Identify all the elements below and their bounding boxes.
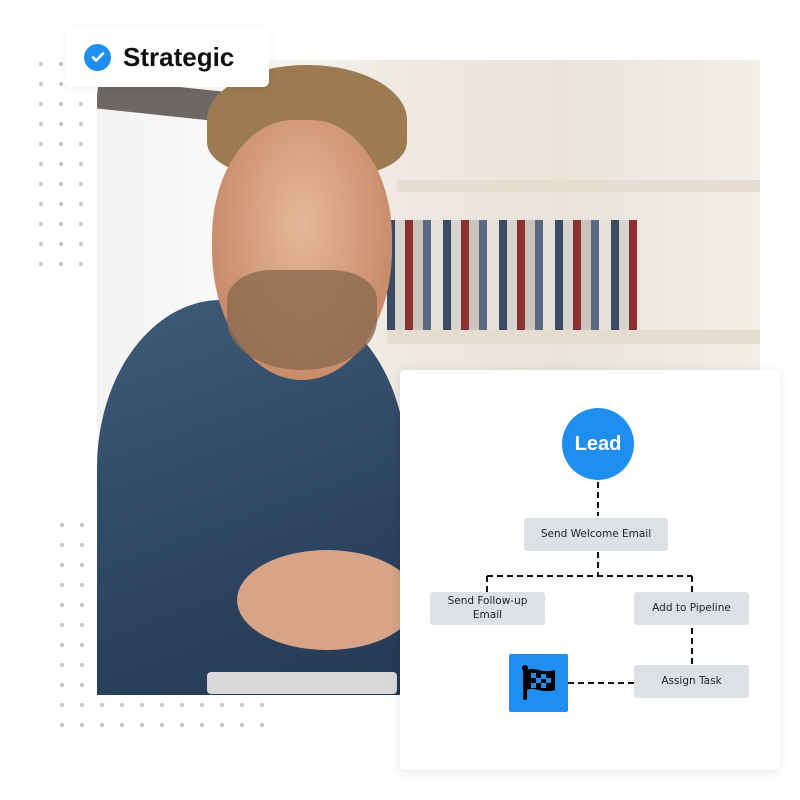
- workflow-card: Lead Send Welcome Email Send Follow-up E…: [400, 370, 780, 770]
- dot: [72, 655, 92, 675]
- dot: [31, 74, 51, 94]
- dot: [192, 715, 212, 735]
- dot: [92, 715, 112, 735]
- dot: [52, 675, 72, 695]
- dot: [71, 214, 91, 234]
- dot: [72, 715, 92, 735]
- dot: [92, 695, 112, 715]
- dot: [252, 695, 272, 715]
- finish-node[interactable]: [509, 654, 568, 712]
- dot: [71, 114, 91, 134]
- dot: [72, 635, 92, 655]
- badge-label: Strategic: [123, 41, 235, 72]
- dot: [72, 535, 92, 555]
- dot: [72, 595, 92, 615]
- dot: [31, 134, 51, 154]
- dot: [52, 635, 72, 655]
- dot-pattern-top: [31, 54, 91, 274]
- dot: [132, 715, 152, 735]
- dot: [71, 234, 91, 254]
- dot: [72, 515, 92, 535]
- dot: [252, 715, 272, 735]
- dot: [52, 535, 72, 555]
- dot: [132, 695, 152, 715]
- dot: [71, 134, 91, 154]
- dot: [51, 154, 71, 174]
- strategic-badge: Strategic: [66, 27, 269, 87]
- dot: [51, 174, 71, 194]
- dot: [31, 194, 51, 214]
- dot: [71, 94, 91, 114]
- dot: [51, 234, 71, 254]
- send-welcome-email-node[interactable]: Send Welcome Email: [524, 518, 668, 551]
- assign-task-node[interactable]: Assign Task: [634, 665, 749, 698]
- dot: [71, 174, 91, 194]
- dot: [212, 715, 232, 735]
- dot: [51, 94, 71, 114]
- send-follow-up-email-node[interactable]: Send Follow-up Email: [430, 592, 545, 625]
- dot: [52, 595, 72, 615]
- dot: [51, 254, 71, 274]
- dot: [71, 194, 91, 214]
- add-to-pipeline-node[interactable]: Add to Pipeline: [634, 592, 749, 625]
- dot: [192, 695, 212, 715]
- dot-pattern-bottom-left: [52, 515, 92, 695]
- dot: [232, 715, 252, 735]
- checkered-flag-icon: [521, 665, 555, 700]
- dot: [152, 715, 172, 735]
- dot: [72, 575, 92, 595]
- dot: [52, 695, 72, 715]
- dot: [52, 555, 72, 575]
- dot: [52, 655, 72, 675]
- dot: [51, 214, 71, 234]
- dot: [52, 575, 72, 595]
- dot: [72, 615, 92, 635]
- dot: [31, 214, 51, 234]
- dot: [31, 234, 51, 254]
- dot: [31, 174, 51, 194]
- dot: [212, 695, 232, 715]
- dot: [72, 695, 92, 715]
- dot: [152, 695, 172, 715]
- dot: [172, 695, 192, 715]
- check-circle-icon: [84, 43, 111, 71]
- dot: [72, 675, 92, 695]
- dot: [31, 54, 51, 74]
- dot: [31, 154, 51, 174]
- dot: [52, 515, 72, 535]
- dot-pattern-bottom: [52, 695, 272, 735]
- dot: [172, 715, 192, 735]
- dot: [71, 254, 91, 274]
- dot: [51, 194, 71, 214]
- dot: [71, 154, 91, 174]
- lead-trigger-node[interactable]: Lead: [562, 408, 634, 480]
- dot: [31, 254, 51, 274]
- dot: [31, 114, 51, 134]
- dot: [232, 695, 252, 715]
- dot: [51, 114, 71, 134]
- dot: [51, 134, 71, 154]
- dot: [52, 715, 72, 735]
- dot: [72, 555, 92, 575]
- dot: [31, 94, 51, 114]
- dot: [112, 715, 132, 735]
- dot: [52, 615, 72, 635]
- dot: [112, 695, 132, 715]
